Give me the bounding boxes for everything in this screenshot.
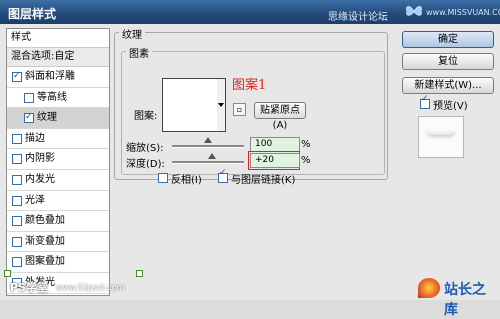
reset-button[interactable]: 复位 — [402, 53, 494, 70]
site-logo-icon — [418, 278, 440, 298]
pattern-swatch[interactable] — [162, 78, 218, 132]
texture-group-title: 纹理 — [119, 26, 145, 41]
style-item-label: 图案叠加 — [25, 256, 65, 268]
style-item-checkbox[interactable] — [12, 216, 22, 227]
link-with-layer-label: 与图层链接(K) — [231, 175, 296, 186]
ok-button[interactable]: 确定 — [402, 31, 494, 48]
link-with-layer-checkbox[interactable] — [218, 168, 228, 183]
style-item-checkbox[interactable] — [12, 174, 22, 185]
layer-style-dialog: 图层样式 思缘设计论坛 www.MISSVUAN.COM 样式 混合选项:自定 … — [0, 0, 500, 318]
style-item-checkbox[interactable] — [12, 67, 22, 87]
style-item[interactable]: 光泽 — [7, 191, 109, 212]
depth-unit: % — [301, 155, 311, 166]
butterfly-logo-icon — [406, 6, 422, 16]
style-item-label: 描边 — [25, 132, 45, 144]
preview-checkbox[interactable] — [420, 94, 430, 109]
dialog-title: 图层样式 — [8, 7, 57, 21]
style-items: 斜面和浮雕等高线纹理描边内阴影内发光光泽颜色叠加渐变叠加图案叠加外发光投影 — [7, 67, 109, 295]
style-item-checkbox[interactable] — [12, 257, 22, 268]
elements-group: 图素 图案: 图案1 ▫ 贴紧原点(A) 缩放(S): 100 % 深度(D):… — [121, 45, 385, 186]
style-item-label: 内发光 — [25, 173, 55, 185]
invert-label: 反相(I) — [171, 175, 202, 186]
depth-slider[interactable] — [172, 161, 244, 164]
depth-label: 深度(D): — [126, 159, 165, 170]
style-item-label: 纹理 — [37, 112, 57, 124]
style-item[interactable]: 图案叠加 — [7, 252, 109, 273]
new-preset-icon[interactable]: ▫ — [233, 103, 246, 116]
scale-unit: % — [301, 139, 311, 150]
corner-handle-icon — [136, 270, 143, 277]
site-watermark-text: 站长之库 — [444, 282, 486, 318]
style-list-header[interactable]: 样式 — [7, 29, 109, 48]
title-bar[interactable]: 图层样式 思缘设计论坛 www.MISSVUAN.COM — [0, 0, 500, 24]
style-preview-thumbnail — [418, 116, 464, 158]
style-item[interactable]: 斜面和浮雕 — [7, 67, 109, 88]
scale-slider-thumb[interactable] — [204, 137, 212, 143]
style-list: 样式 混合选项:自定 斜面和浮雕等高线纹理描边内阴影内发光光泽颜色叠加渐变叠加图… — [6, 28, 110, 296]
corner-handle-icon — [4, 270, 11, 277]
style-item-label: 渐变叠加 — [25, 235, 65, 247]
scale-input[interactable]: 100 — [250, 137, 300, 152]
elements-group-title: 图素 — [126, 45, 152, 60]
texture-group: 纹理 图素 图案: 图案1 ▫ 贴紧原点(A) 缩放(S): 100 % 深度(… — [114, 26, 388, 186]
texture-panel: 纹理 图素 图案: 图案1 ▫ 贴紧原点(A) 缩放(S): 100 % 深度(… — [112, 26, 390, 294]
style-item-checkbox[interactable] — [24, 108, 34, 128]
style-item[interactable]: 内阴影 — [7, 149, 109, 170]
style-item[interactable]: 渐变叠加 — [7, 232, 109, 253]
style-item-checkbox[interactable] — [24, 92, 34, 103]
new-style-button[interactable]: 新建样式(W)... — [402, 77, 494, 94]
style-item[interactable]: 颜色叠加 — [7, 211, 109, 232]
style-item-label: 等高线 — [37, 91, 67, 103]
title-watermark: 思缘设计论坛 — [328, 12, 388, 23]
style-item-label: 内阴影 — [25, 153, 55, 165]
snap-to-origin-button[interactable]: 贴紧原点(A) — [254, 102, 306, 131]
depth-input[interactable]: +20 — [250, 153, 300, 168]
style-item[interactable]: 等高线 — [7, 88, 109, 109]
style-item-checkbox[interactable] — [12, 236, 22, 247]
site-watermark: 站长之库 — [418, 278, 498, 318]
ps-watermark: PS学堂 — [10, 281, 48, 294]
pattern-dropdown-arrow[interactable] — [217, 78, 226, 132]
style-item[interactable]: 描边 — [7, 129, 109, 150]
scale-label: 缩放(S): — [126, 143, 164, 154]
depth-slider-thumb[interactable] — [207, 153, 216, 159]
style-item-label: 颜色叠加 — [25, 215, 65, 227]
title-watermark-url: www.MISSVUAN.COM — [426, 8, 500, 17]
style-item[interactable]: 内发光 — [7, 170, 109, 191]
scale-slider[interactable] — [172, 145, 244, 148]
preview-label: 预览(V) — [433, 101, 468, 112]
style-item-checkbox[interactable] — [12, 195, 22, 206]
pattern-label: 图案: — [134, 111, 158, 122]
style-item-label: 光泽 — [25, 194, 45, 206]
style-item-label: 斜面和浮雕 — [25, 71, 75, 82]
blending-options-item[interactable]: 混合选项:自定 — [7, 48, 109, 67]
style-item-checkbox[interactable] — [12, 154, 22, 165]
invert-checkbox[interactable] — [158, 173, 168, 183]
ps-watermark-url: www.52psxt.com — [56, 283, 125, 292]
style-item[interactable]: 纹理 — [7, 108, 109, 129]
pattern-annotation: 图案1 — [232, 78, 267, 93]
style-item-checkbox[interactable] — [12, 133, 22, 144]
bottom-watermarks: PS学堂 www.52psxt.com 站长之库 — [4, 270, 500, 318]
